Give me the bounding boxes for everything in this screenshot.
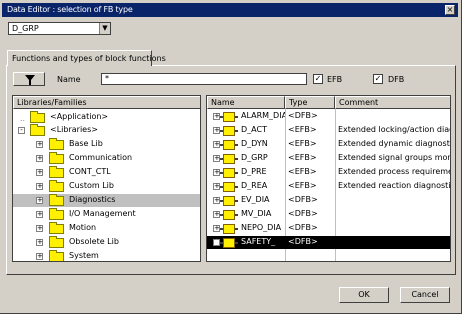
folder-icon [49, 180, 64, 192]
expand-icon[interactable]: + [213, 239, 220, 246]
function-block-icon [220, 154, 238, 164]
expand-icon[interactable]: + [36, 211, 43, 218]
tree-item-base-lib[interactable]: + Base Lib [13, 138, 200, 151]
tree-item-io-management[interactable]: + I/O Management [13, 208, 200, 221]
function-block-icon [220, 224, 238, 234]
libraries-tree[interactable]: Libraries/Families .. <Application> - <L… [12, 95, 201, 262]
chevron-down-icon[interactable]: ▼ [99, 23, 110, 34]
function-block-icon [220, 196, 238, 206]
tree-header[interactable]: Libraries/Families [13, 96, 200, 109]
tab-label: Functions and types of block functions [12, 54, 166, 63]
folder-icon [49, 194, 64, 206]
column-header-name[interactable]: Name [207, 96, 285, 109]
column-header-type[interactable]: Type [285, 96, 335, 109]
table-row[interactable]: + D_PRE <EFB> Extended process requireme… [207, 166, 450, 179]
function-block-icon [220, 126, 238, 136]
fb-types-table[interactable]: Name Type Comment + ALARM_DIA <DFB> + D_… [206, 95, 451, 262]
folder-icon [49, 208, 64, 220]
tree-item-application[interactable]: .. <Application> [13, 111, 200, 124]
ok-button[interactable]: OK [339, 287, 389, 303]
tree-item-custom-lib[interactable]: + Custom Lib [13, 180, 200, 193]
folder-icon [49, 222, 64, 234]
tab-functions-types[interactable]: Functions and types of block functions [7, 50, 166, 66]
cancel-button[interactable]: Cancel [400, 287, 450, 303]
folder-icon [49, 166, 64, 178]
folder-icon [49, 138, 64, 150]
tree-item-diagnostics[interactable]: + Diagnostics [13, 194, 200, 207]
expand-icon[interactable]: + [213, 183, 220, 190]
efb-label: EFB [327, 75, 343, 84]
table-row[interactable]: + D_REA <EFB> Extended reaction diagnost… [207, 180, 450, 193]
folder-icon [49, 152, 64, 164]
expand-icon[interactable]: + [213, 197, 220, 204]
expand-icon[interactable]: + [213, 211, 220, 218]
data-editor-dialog: Data Editor : selection of FB type × D_G… [0, 0, 462, 314]
table-row[interactable]: + D_DYN <EFB> Extended dynamic diagnosti… [207, 138, 450, 151]
expand-icon[interactable]: + [36, 197, 43, 204]
name-filter-value: * [105, 74, 109, 83]
table-row[interactable]: + ALARM_DIA <DFB> [207, 110, 450, 123]
expand-icon[interactable]: + [213, 113, 220, 120]
expand-icon[interactable]: + [213, 155, 220, 162]
table-row[interactable]: + D_GRP <EFB> Extended signal groups mon… [207, 152, 450, 165]
window-title: Data Editor : selection of FB type [7, 5, 133, 14]
filter-button[interactable] [13, 72, 45, 86]
library-combo-value: D_GRP [12, 24, 39, 33]
column-header-comment[interactable]: Comment [335, 96, 450, 109]
title-bar: Data Editor : selection of FB type × [2, 3, 458, 17]
folder-icon [30, 111, 45, 123]
collapse-icon[interactable]: - [18, 127, 25, 134]
expand-icon[interactable]: + [213, 127, 220, 134]
expand-icon[interactable]: + [36, 141, 43, 148]
function-block-icon [220, 210, 238, 220]
table-row-selected[interactable]: + SAFETY_ <DFB> [207, 236, 450, 249]
dfb-label: DFB [388, 75, 405, 84]
funnel-icon [25, 75, 35, 85]
expand-icon[interactable]: + [36, 239, 43, 246]
expand-icon[interactable]: + [213, 169, 220, 176]
name-filter-input[interactable]: * [101, 73, 307, 85]
folder-icon [49, 236, 64, 248]
tree-item-obsolete-lib[interactable]: + Obsolete Lib [13, 236, 200, 249]
tree-item-motion[interactable]: + Motion [13, 222, 200, 235]
tree-item-cont-ctl[interactable]: + CONT_CTL [13, 166, 200, 179]
dfb-checkbox[interactable]: ✓ [373, 74, 383, 84]
folder-open-icon [30, 124, 45, 136]
function-block-icon [220, 168, 238, 178]
tree-item-system[interactable]: + System [13, 250, 200, 261]
expand-icon[interactable]: + [36, 183, 43, 190]
function-block-icon [220, 238, 238, 248]
function-block-icon [220, 140, 238, 150]
table-row[interactable]: + EV_DIA <DFB> [207, 194, 450, 207]
name-label: Name [57, 75, 81, 84]
expand-icon[interactable]: + [36, 225, 43, 232]
expand-icon[interactable]: + [36, 169, 43, 176]
expand-icon[interactable]: + [213, 225, 220, 232]
expand-icon[interactable]: + [213, 141, 220, 148]
efb-checkbox[interactable]: ✓ [313, 74, 323, 84]
folder-icon [49, 250, 64, 261]
expand-icon[interactable]: + [36, 155, 43, 162]
function-block-icon [220, 182, 238, 192]
table-row[interactable]: + MV_DIA <DFB> [207, 208, 450, 221]
tree-item-communication[interactable]: + Communication [13, 152, 200, 165]
library-combo[interactable]: D_GRP ▼ [8, 22, 111, 35]
table-row[interactable]: + D_ACT <EFB> Extended locking/action di… [207, 124, 450, 137]
tree-item-libraries[interactable]: - <Libraries> [13, 124, 200, 137]
table-row[interactable]: + NEPO_DIA <DFB> [207, 222, 450, 235]
expand-icon[interactable]: + [36, 253, 43, 260]
close-icon[interactable]: × [445, 5, 455, 15]
function-block-icon [220, 112, 238, 122]
